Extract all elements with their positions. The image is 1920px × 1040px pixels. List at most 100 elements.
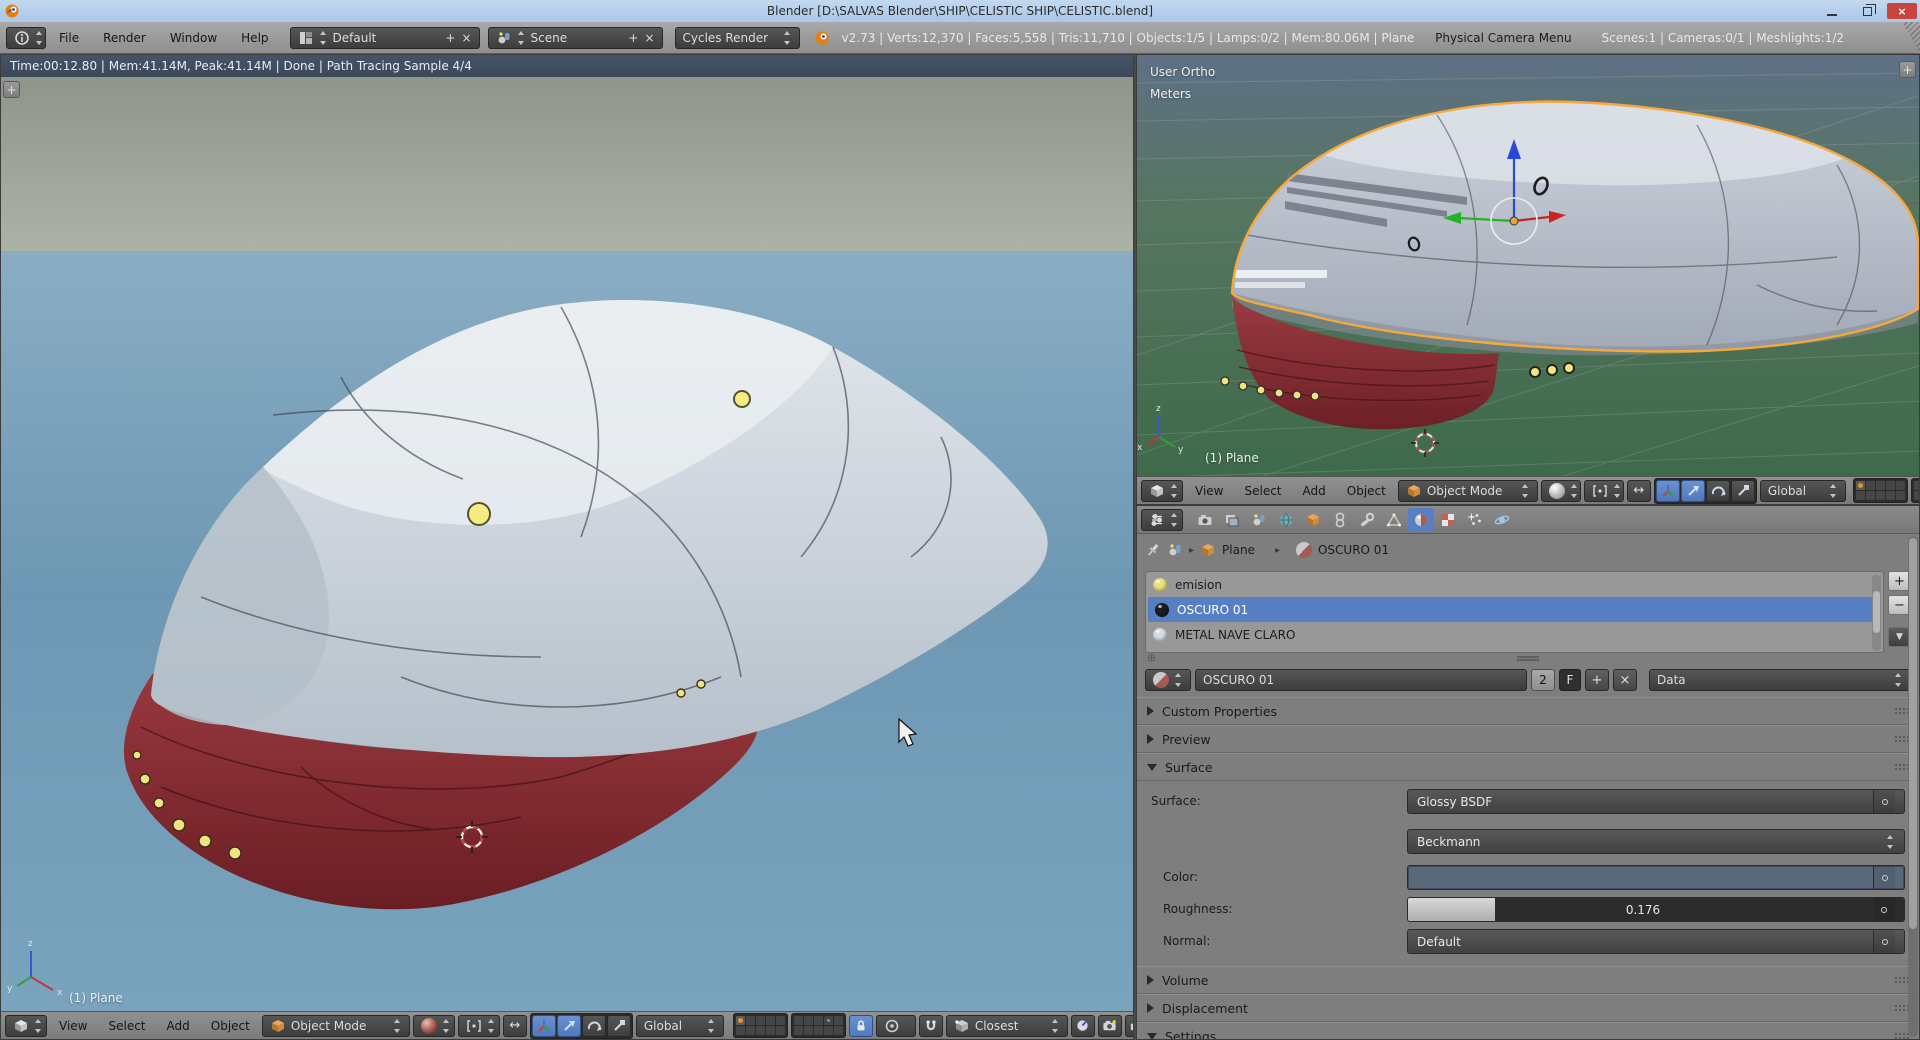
panel-drag-grip[interactable]	[1894, 975, 1909, 985]
slot-list-scrollbar[interactable]	[1872, 575, 1881, 651]
menu-add[interactable]: Add	[1294, 482, 1335, 500]
tab-render-layers[interactable]	[1219, 508, 1245, 532]
menu-select[interactable]: Select	[99, 1017, 154, 1035]
panel-settings[interactable]: Settings	[1137, 1022, 1919, 1039]
color-swatch[interactable]	[1407, 865, 1905, 890]
proportional-edit-selector[interactable]	[875, 1014, 916, 1037]
scale-manipulator-icon[interactable]	[606, 1014, 631, 1037]
area-split-plus[interactable]: +	[3, 81, 20, 98]
material-slot[interactable]: emision	[1146, 572, 1883, 597]
lock-to-scene-icon[interactable]	[848, 1014, 873, 1037]
physical-camera-menu[interactable]: Physical Camera Menu	[1435, 31, 1571, 45]
left-3d-viewport[interactable]: Time:00:12.80 | Mem:41.14M, Peak:41.14M …	[0, 54, 1134, 1040]
viewport-shading-selector[interactable]	[1540, 479, 1581, 502]
menu-view[interactable]: View	[1186, 482, 1232, 500]
breadcrumb-object[interactable]: Plane	[1222, 543, 1255, 557]
orientation-selector[interactable]: Global	[635, 1014, 724, 1037]
menu-object[interactable]: Object	[1338, 482, 1395, 500]
fake-user-button[interactable]: F	[1559, 669, 1581, 691]
material-slot[interactable]: METAL NAVE CLARO	[1146, 622, 1883, 647]
render-engine-selector[interactable]: Cycles Render	[674, 26, 800, 49]
material-name-field[interactable]: OSCURO 01	[1195, 669, 1527, 691]
menu-window[interactable]: Window	[159, 28, 228, 48]
new-material-button[interactable]: +	[1585, 669, 1609, 691]
orientation-selector[interactable]: Global	[1759, 479, 1846, 502]
pivot-point-selector[interactable]	[457, 1014, 500, 1037]
mode-selector[interactable]: Object Mode	[261, 1014, 410, 1037]
panel-drag-grip[interactable]	[1894, 734, 1909, 744]
layers-grid-1[interactable]	[1852, 478, 1908, 503]
menu-view[interactable]: View	[50, 1017, 96, 1035]
menu-add[interactable]: Add	[158, 1017, 199, 1035]
menu-render[interactable]: Render	[92, 28, 157, 48]
menu-file[interactable]: File	[48, 28, 90, 48]
panel-custom-properties[interactable]: Custom Properties	[1137, 697, 1919, 725]
viewport-shading-selector[interactable]	[412, 1014, 455, 1037]
rendered-scene-image[interactable]: z x y	[1, 77, 1134, 1013]
panel-preview[interactable]: Preview	[1137, 725, 1919, 753]
close-button[interactable]: ×	[1887, 3, 1917, 19]
menu-help[interactable]: Help	[230, 28, 279, 48]
material-users-count[interactable]: 2	[1531, 669, 1555, 691]
titlebar[interactable]: Blender [D:\SALVAS Blender\SHIP\CELISTIC…	[0, 0, 1920, 22]
opengl-render-anim-icon[interactable]	[1124, 1014, 1133, 1037]
layers-grid-1[interactable]	[732, 1013, 788, 1038]
manipulator-toggle[interactable]: ↔	[502, 1014, 527, 1037]
manipulator-axes-icon[interactable]	[531, 1014, 556, 1037]
menu-object[interactable]: Object	[202, 1017, 259, 1035]
material-slot-selected[interactable]: OSCURO 01	[1148, 597, 1881, 622]
editor-type-button[interactable]	[1141, 508, 1183, 531]
translate-manipulator-icon[interactable]	[1680, 479, 1705, 502]
mode-selector[interactable]: Object Mode	[1397, 479, 1538, 502]
node-tree-icon[interactable]	[1167, 542, 1183, 558]
restore-button[interactable]	[1852, 3, 1882, 19]
tab-physics[interactable]	[1489, 508, 1515, 532]
material-slot-list[interactable]: emision OSCURO 01 METAL NAVE CLARO	[1145, 571, 1884, 653]
panel-drag-grip[interactable]	[1894, 1031, 1909, 1039]
browse-material-button[interactable]	[1145, 669, 1191, 691]
editor-type-button[interactable]	[6, 26, 46, 49]
manipulator-toggle[interactable]: ↔	[1626, 479, 1651, 502]
panel-surface[interactable]: Surface	[1137, 753, 1919, 781]
panel-drag-grip[interactable]	[1894, 706, 1909, 716]
snap-element-selector[interactable]: Closest	[945, 1014, 1068, 1037]
area-split-plus[interactable]: +	[1899, 61, 1916, 78]
translate-manipulator-icon[interactable]	[556, 1014, 581, 1037]
minimize-button[interactable]	[1817, 3, 1847, 19]
menu-select[interactable]: Select	[1235, 482, 1290, 500]
rotate-manipulator-icon[interactable]	[1705, 479, 1730, 502]
opengl-render-camera-icon[interactable]	[1097, 1014, 1122, 1037]
tab-object-data[interactable]	[1381, 508, 1407, 532]
tab-world[interactable]	[1273, 508, 1299, 532]
area-resize-grip[interactable]	[1902, 22, 1920, 53]
surface-shader-selector[interactable]: Glossy BSDF	[1407, 789, 1905, 814]
delete-layout-button[interactable]: ×	[461, 31, 471, 45]
roughness-slider[interactable]: 0.176	[1407, 897, 1905, 922]
tab-texture[interactable]	[1435, 508, 1461, 532]
panel-drag-grip[interactable]	[1894, 1003, 1909, 1013]
tab-scene[interactable]	[1246, 508, 1272, 532]
editor-type-button[interactable]	[1141, 479, 1183, 502]
panel-drag-grip[interactable]	[1894, 762, 1909, 772]
editor-type-button[interactable]	[5, 1014, 47, 1037]
add-scene-button[interactable]: +	[628, 31, 638, 45]
tab-modifiers[interactable]	[1354, 508, 1380, 532]
right-3d-viewport[interactable]: z y x User Ortho Meters (1) Plane + View…	[1136, 54, 1920, 505]
layers-grid-2[interactable]	[1910, 478, 1919, 503]
tab-particles[interactable]	[1462, 508, 1488, 532]
panel-volume[interactable]: Volume	[1137, 966, 1919, 994]
delete-scene-button[interactable]: ×	[644, 31, 654, 45]
normal-selector[interactable]: Default	[1407, 929, 1905, 954]
screen-layout-selector[interactable]: Default + ×	[289, 26, 480, 49]
unlink-material-button[interactable]: ×	[1613, 669, 1637, 691]
manipulator-axes-icon[interactable]	[1655, 479, 1680, 502]
tab-render[interactable]	[1192, 508, 1218, 532]
pin-icon[interactable]	[1145, 542, 1161, 558]
material-link-selector[interactable]: Data	[1649, 669, 1911, 691]
scene-selector[interactable]: Scene + ×	[487, 26, 663, 49]
expand-icon[interactable]: ⊕	[1147, 651, 1156, 664]
add-layout-button[interactable]: +	[445, 31, 455, 45]
properties-scrollbar[interactable]	[1908, 536, 1918, 1037]
slot-list-resize[interactable]: ⊕	[1137, 651, 1919, 665]
snap-magnet-icon[interactable]	[918, 1014, 943, 1037]
